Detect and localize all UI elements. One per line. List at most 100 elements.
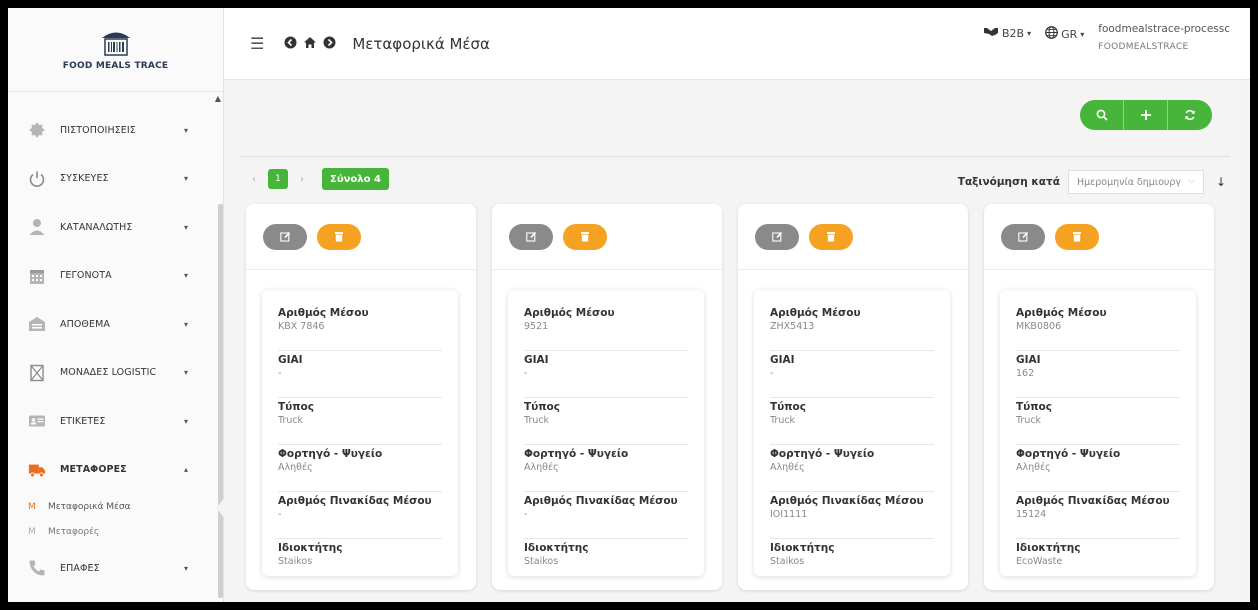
field-value: KBX 7846 [278, 321, 325, 332]
card-details: Αριθμός Μέσου MKB0806 GIAI 162 Τύπος Truck … [1000, 290, 1196, 576]
sidebar-item-devices[interactable]: ΣΥΣΚΕΥΕΣ ▾ [8, 155, 218, 204]
forward-icon[interactable] [323, 36, 336, 52]
sidebar-scrollbar[interactable] [218, 204, 223, 598]
refresh-button[interactable] [1168, 100, 1212, 130]
user-name: foodmealstrace-processc [1098, 23, 1230, 35]
field-label: Ιδιοκτήτης [1016, 542, 1081, 554]
field-plate-number: Αριθμός Πινακίδας Μέσου 15124 [1016, 494, 1180, 539]
page-number[interactable]: 1 [268, 169, 288, 189]
field-plate-number: Αριθμός Πινακίδας Μέσου - [524, 494, 688, 539]
b2b-dropdown[interactable]: B2B ▾ [983, 22, 1031, 40]
sidebar-nav: ΠΙΣΤΟΠΟΙΗΣΕΙΣ ▾ ΣΥΣΚΕΥΕΣ ▾ ΚΑΤΑΝΑΛΩΤΗΣ ▾ [8, 106, 226, 593]
search-icon [1096, 109, 1108, 121]
card-actions [492, 204, 722, 270]
sidebar-item-labels[interactable]: ΕΤΙΚΕΤΕΣ ▾ [8, 397, 218, 446]
field-value: 15124 [1016, 509, 1047, 520]
sidebar-item-label: ΕΤΙΚΕΤΕΣ [60, 415, 106, 427]
field-vehicle-number: Αριθμός Μέσου ZHX5413 [770, 306, 934, 351]
language-dropdown[interactable]: GR ▾ [1045, 22, 1084, 42]
field-value: - [770, 368, 774, 379]
home-icon[interactable] [303, 36, 317, 52]
field-label: Τύπος [1016, 401, 1052, 413]
delete-button[interactable] [1055, 223, 1099, 250]
logo[interactable]: FOOD MEALS TRACE [8, 8, 223, 92]
edit-button[interactable] [263, 223, 307, 250]
sidebar-item-label: ΜΟΝΑΔΕΣ LOGISTIC [60, 367, 157, 379]
sidebar-subitem-transports[interactable]: M Μεταφορές [8, 519, 218, 544]
field-label: Ιδιοκτήτης [524, 542, 589, 554]
user-icon [28, 218, 46, 236]
sidebar-item-certifications[interactable]: ΠΙΣΤΟΠΟΙΗΣΕΙΣ ▾ [8, 106, 218, 155]
field-value: Αληθές [524, 462, 559, 473]
transport-card: Αριθμός Μέσου KBX 7846 GIAI - Τύπος Truck Φ… [246, 204, 476, 590]
field-label: Τύπος [770, 401, 806, 413]
transport-card: Αριθμός Μέσου 9521 GIAI - Τύπος Truck Φορτη… [492, 204, 722, 590]
field-label: Αριθμός Πινακίδας Μέσου [278, 495, 432, 507]
sort-value: Ημερομηνία δημιουργ [1076, 176, 1182, 188]
sort-bar: Ταξινόμηση κατά Ημερομηνία δημιουργ ⌵ ↓ [958, 170, 1226, 194]
card-details: Αριθμός Μέσου 9521 GIAI - Τύπος Truck Φορτη… [508, 290, 704, 576]
power-icon [28, 170, 46, 188]
prev-page-icon[interactable]: ‹ [252, 174, 256, 185]
sidebar-item-logistic-units[interactable]: ΜΟΝΑΔΕΣ LOGISTIC ▾ [8, 349, 218, 398]
sidebar-item-contacts[interactable]: ΕΠΑΦΕΣ ▾ [8, 544, 218, 593]
field-value: Staikos [524, 556, 559, 567]
edit-button[interactable] [509, 223, 553, 250]
sidebar-item-label: ΣΥΣΚΕΥΕΣ [60, 173, 109, 185]
sort-direction-icon[interactable]: ↓ [1216, 175, 1226, 189]
field-owner: Ιδιοκτήτης EcoWaste [1016, 541, 1180, 586]
sidebar-item-stock[interactable]: ΑΠΟΘΕΜΑ ▾ [8, 300, 218, 349]
caret-down-icon: ▾ [1080, 29, 1085, 39]
warehouse-icon [28, 315, 46, 333]
field-vehicle-number: Αριθμός Μέσου MKB0806 [1016, 306, 1180, 351]
chevron-down-icon: ▾ [183, 416, 188, 426]
field-owner: Ιδιοκτήτης Staikos [770, 541, 934, 586]
field-value: Αληθές [278, 462, 313, 473]
field-label: Ιδιοκτήτης [278, 542, 343, 554]
trash-icon [581, 232, 589, 242]
card-details: Αριθμός Μέσου KBX 7846 GIAI - Τύπος Truck Φ… [262, 290, 458, 576]
b2b-label: B2B [1001, 26, 1025, 40]
edit-icon [279, 231, 290, 242]
globe-icon [1045, 26, 1058, 42]
delete-button[interactable] [563, 223, 607, 250]
back-icon[interactable] [284, 36, 297, 52]
scroll-up-arrow-icon[interactable]: ▲ [215, 94, 221, 103]
next-page-icon[interactable]: › [300, 174, 304, 185]
sidebar-subitem-transport-means[interactable]: M Μεταφορικά Μέσα [8, 494, 226, 520]
chevron-down-icon: ▾ [183, 271, 188, 281]
sidebar-item-transports[interactable]: ΜΕΤΑΦΟΡΕΣ ▴ [8, 446, 218, 495]
field-value: 9521 [524, 321, 549, 332]
page-title: Μεταφορικά Μέσα [352, 34, 490, 53]
field-label: GIAI [524, 354, 549, 366]
field-refrigerated: Φορτηγό - Ψυγείο Αληθές [1016, 447, 1180, 492]
field-type: Τύπος Truck [524, 400, 688, 445]
card-details: Αριθμός Μέσου ZHX5413 GIAI - Τύπος Truck Φο… [754, 290, 950, 576]
field-label: Αριθμός Πινακίδας Μέσου [770, 495, 924, 507]
action-button-group [1080, 100, 1212, 130]
sidebar-item-events[interactable]: ΓΕΓΟΝΟΤΑ ▾ [8, 252, 218, 301]
search-button[interactable] [1080, 100, 1124, 130]
menu-icon[interactable]: ☰ [250, 34, 264, 53]
refresh-icon [1185, 109, 1195, 121]
chevron-down-icon: ▾ [183, 563, 188, 573]
card-actions [246, 204, 476, 270]
top-bar: ☰ Μεταφορικά Μέσα B2B ▾ GR ▾ foodmealstr… [224, 8, 1250, 80]
delete-button[interactable] [317, 223, 361, 250]
edit-button[interactable] [1001, 223, 1045, 250]
sort-select[interactable]: Ημερομηνία δημιουργ ⌵ [1067, 170, 1204, 194]
add-button[interactable] [1124, 100, 1168, 130]
field-value: Staikos [770, 556, 805, 567]
sidebar-item-label: ΕΠΑΦΕΣ [60, 562, 100, 574]
edit-icon [525, 231, 536, 242]
edit-button[interactable] [755, 223, 799, 250]
barcode-logo-icon [99, 29, 133, 57]
sidebar-item-consumer[interactable]: ΚΑΤΑΝΑΛΩΤΗΣ ▾ [8, 203, 218, 252]
handshake-icon [983, 26, 999, 40]
field-label: Αριθμός Πινακίδας Μέσου [524, 495, 678, 507]
cards-grid: Αριθμός Μέσου KBX 7846 GIAI - Τύπος Truck Φ… [246, 204, 1214, 590]
user-menu[interactable]: foodmealstrace-processc FOODMEALSTRACE [1098, 22, 1230, 54]
sidebar-item-label: ΠΙΣΤΟΠΟΙΗΣΕΙΣ [60, 124, 136, 136]
delete-button[interactable] [809, 223, 853, 250]
field-owner: Ιδιοκτήτης Staikos [524, 541, 688, 586]
